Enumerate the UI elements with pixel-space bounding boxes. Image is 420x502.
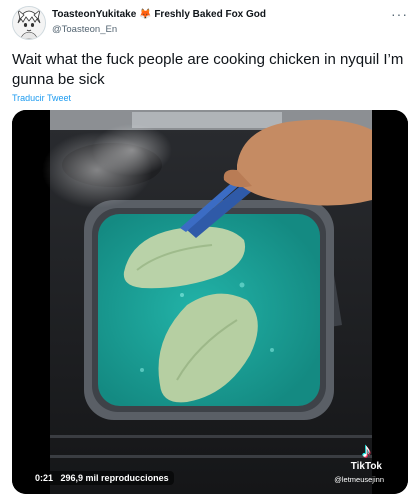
tiktok-watermark: ♪ TikTok (351, 441, 382, 472)
fox-emoji: 🦊 (139, 9, 152, 20)
translate-link[interactable]: Traducir Tweet (12, 93, 71, 103)
author-name[interactable]: ToasteonYukitake 🦊 Freshly Baked Fox God (52, 9, 266, 20)
anime-avatar-icon (13, 7, 45, 39)
video-views: 296,9 mil reproducciones (60, 473, 169, 483)
more-options-icon[interactable]: ··· (391, 6, 408, 22)
tweet-text: Wait what the fuck people are cooking ch… (12, 51, 404, 88)
video-player[interactable]: 0:21 296,9 mil reproducciones ♪ TikTok @… (12, 110, 408, 494)
video-frame (12, 110, 408, 494)
author-handle[interactable]: @Toasteon_En (52, 24, 117, 35)
name-suffix: Freshly Baked Fox God (154, 9, 267, 20)
avatar[interactable] (12, 6, 46, 40)
video-stats: 0:21 296,9 mil reproducciones (30, 471, 174, 485)
display-name: ToasteonYukitake (52, 9, 137, 20)
tiktok-logo-icon: ♪ (361, 440, 372, 462)
tiktok-brand: TikTok (350, 461, 382, 472)
video-timestamp: 0:21 (35, 473, 54, 483)
tweet-header: ToasteonYukitake 🦊 Freshly Baked Fox God… (0, 0, 420, 44)
tiktok-username: @letmeusejinn (334, 475, 384, 484)
